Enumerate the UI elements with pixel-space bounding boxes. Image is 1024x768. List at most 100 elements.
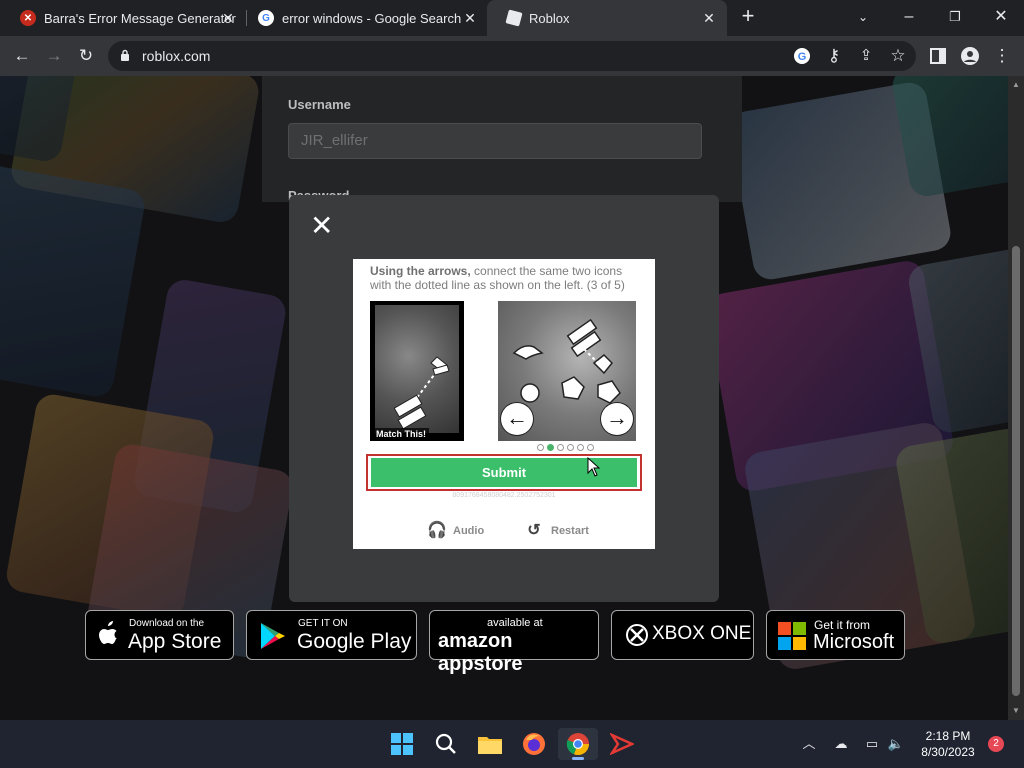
restart-icon: ↺ xyxy=(527,522,541,539)
more-menu-icon[interactable]: ⋮ xyxy=(990,44,1014,68)
step-dot xyxy=(567,444,574,451)
mouse-cursor-icon xyxy=(587,457,601,477)
match-this-label: Match This! xyxy=(373,428,430,440)
red-arrow-app-icon xyxy=(610,733,634,755)
audio-label: Audio xyxy=(453,525,485,537)
session-id: 8091768458080482.2502752301 xyxy=(452,492,556,499)
onedrive-icon[interactable]: ☁ xyxy=(831,734,851,754)
scroll-down-arrow-icon[interactable]: ▼ xyxy=(1008,706,1024,715)
tab-roblox[interactable]: Roblox ✕ xyxy=(487,0,727,36)
scrollbar-thumb[interactable] xyxy=(1012,246,1020,696)
firefox-button[interactable] xyxy=(514,728,554,760)
system-clock[interactable]: 2:18 PM 8/30/2023 xyxy=(912,728,984,760)
close-icon[interactable]: ✕ xyxy=(310,212,333,240)
captcha-instructions: Using the arrows, connect the same two i… xyxy=(370,264,640,292)
chrome-icon xyxy=(566,733,590,756)
search-icon xyxy=(435,733,456,754)
profile-icon[interactable] xyxy=(958,44,982,68)
microsoft-big-text: Microsoft xyxy=(813,631,895,653)
microsoft-store-badge[interactable]: Get it from Microsoft xyxy=(766,610,905,660)
xbox-text: XBOX ONE xyxy=(652,623,752,644)
close-window-button[interactable]: ✕ xyxy=(978,0,1024,36)
username-input[interactable]: JIR_ellifer xyxy=(288,123,702,159)
instruction-emphasis: Using the arrows, xyxy=(370,264,471,278)
svg-text:G: G xyxy=(798,51,807,63)
back-arrow-icon[interactable]: ← xyxy=(10,44,34,68)
url-text[interactable]: roblox.com xyxy=(142,48,210,64)
notification-badge[interactable]: 2 xyxy=(988,736,1004,752)
right-arrow-button[interactable]: → xyxy=(601,403,633,435)
google-play-badge[interactable]: GET IT ON Google Play xyxy=(246,610,417,660)
step-dot xyxy=(577,444,584,451)
reference-picture xyxy=(375,305,459,433)
share-icon[interactable]: ⇪ xyxy=(854,44,878,68)
reload-icon[interactable]: ↻ xyxy=(74,44,98,68)
active-app-indicator xyxy=(572,757,584,760)
amazon-small-text: available at xyxy=(487,617,543,629)
step-indicator xyxy=(537,444,594,451)
audio-button[interactable]: 🎧 Audio xyxy=(427,521,484,541)
restore-button[interactable]: ❐ xyxy=(932,0,978,36)
volume-icon[interactable]: 🔈 xyxy=(886,734,906,754)
left-arrow-button[interactable]: ← xyxy=(501,403,533,435)
app-store-badge[interactable]: Download on the App Store xyxy=(85,610,234,660)
bookmark-star-icon[interactable]: ☆ xyxy=(886,44,910,68)
windows-logo-icon xyxy=(391,733,413,755)
google-play-big-text: Google Play xyxy=(297,630,412,653)
minimize-button[interactable]: – xyxy=(886,0,932,36)
roblox-page: Username JIR_ellifer Password ✕ Using th… xyxy=(0,76,1008,720)
lock-icon[interactable] xyxy=(120,49,130,61)
file-explorer-button[interactable] xyxy=(470,728,510,760)
google-lens-icon[interactable]: G xyxy=(790,44,814,68)
google-g-icon: G xyxy=(258,10,274,26)
clock-time: 2:18 PM xyxy=(925,729,971,743)
tab-google-search[interactable]: G error windows - Google Search ✕ xyxy=(238,0,488,36)
network-icon[interactable]: ▭ xyxy=(862,734,882,754)
microsoft-logo-icon xyxy=(778,622,806,655)
show-hidden-icons-chevron-icon[interactable]: ︿ xyxy=(799,734,819,754)
page-scrollbar[interactable]: ▲ ▼ xyxy=(1008,76,1024,720)
roblox-icon xyxy=(505,9,523,27)
close-tab-icon[interactable]: ✕ xyxy=(462,10,478,26)
clock-date: 8/30/2023 xyxy=(921,745,975,759)
tab-error-generator[interactable]: ✕ Barra's Error Message Generator ✕ xyxy=(0,0,246,36)
username-label: Username xyxy=(288,97,351,112)
search-button[interactable] xyxy=(426,728,466,760)
xbox-icon xyxy=(626,624,648,651)
tab-title: Barra's Error Message Generator xyxy=(44,10,236,26)
step-dot xyxy=(557,444,564,451)
close-tab-icon[interactable]: ✕ xyxy=(701,10,717,26)
reference-image: Match This! xyxy=(370,301,464,441)
headphones-icon: 🎧 xyxy=(427,522,447,539)
key-icon[interactable]: ⚷ xyxy=(822,44,846,68)
google-play-icon xyxy=(259,621,287,656)
amazon-appstore-badge[interactable]: available at amazon appstore xyxy=(429,610,599,675)
reference-icons xyxy=(393,356,450,430)
step-dot-current xyxy=(547,444,554,451)
app-button[interactable] xyxy=(602,728,642,760)
restart-button[interactable]: ↺ Restart xyxy=(525,521,589,541)
folder-icon xyxy=(478,737,502,754)
app-store-big-text: App Store xyxy=(128,630,222,653)
browser-toolbar: ← → ↻ roblox.com G ⚷ ⇪ ☆ ⋮ xyxy=(0,36,1024,76)
side-panel-icon[interactable] xyxy=(926,44,950,68)
close-tab-icon[interactable]: ✕ xyxy=(220,10,236,26)
answer-image: ← → xyxy=(498,301,636,441)
step-dot xyxy=(587,444,594,451)
captcha-challenge: Using the arrows, connect the same two i… xyxy=(353,259,655,549)
start-button[interactable] xyxy=(382,728,422,760)
firefox-icon xyxy=(523,733,545,755)
step-dot xyxy=(537,444,544,451)
tab-search-chevron-icon[interactable]: ⌄ xyxy=(840,0,886,36)
captcha-modal: ✕ Using the arrows, connect the same two… xyxy=(289,195,719,602)
tab-title: error windows - Google Search xyxy=(282,10,462,26)
google-play-small-text: GET IT ON xyxy=(298,618,348,629)
xbox-one-badge[interactable]: XBOX ONE xyxy=(611,610,754,660)
chrome-button[interactable] xyxy=(558,728,598,760)
scroll-up-arrow-icon[interactable]: ▲ xyxy=(1008,80,1024,89)
forward-arrow-icon[interactable]: → xyxy=(42,44,66,68)
new-tab-button[interactable]: + xyxy=(733,0,763,36)
tab-title: Roblox xyxy=(529,10,570,26)
windows-taskbar: ︿ ☁ ▭ 🔈 2:18 PM 8/30/2023 2 xyxy=(0,720,1024,768)
app-store-small-text: Download on the xyxy=(129,618,205,629)
